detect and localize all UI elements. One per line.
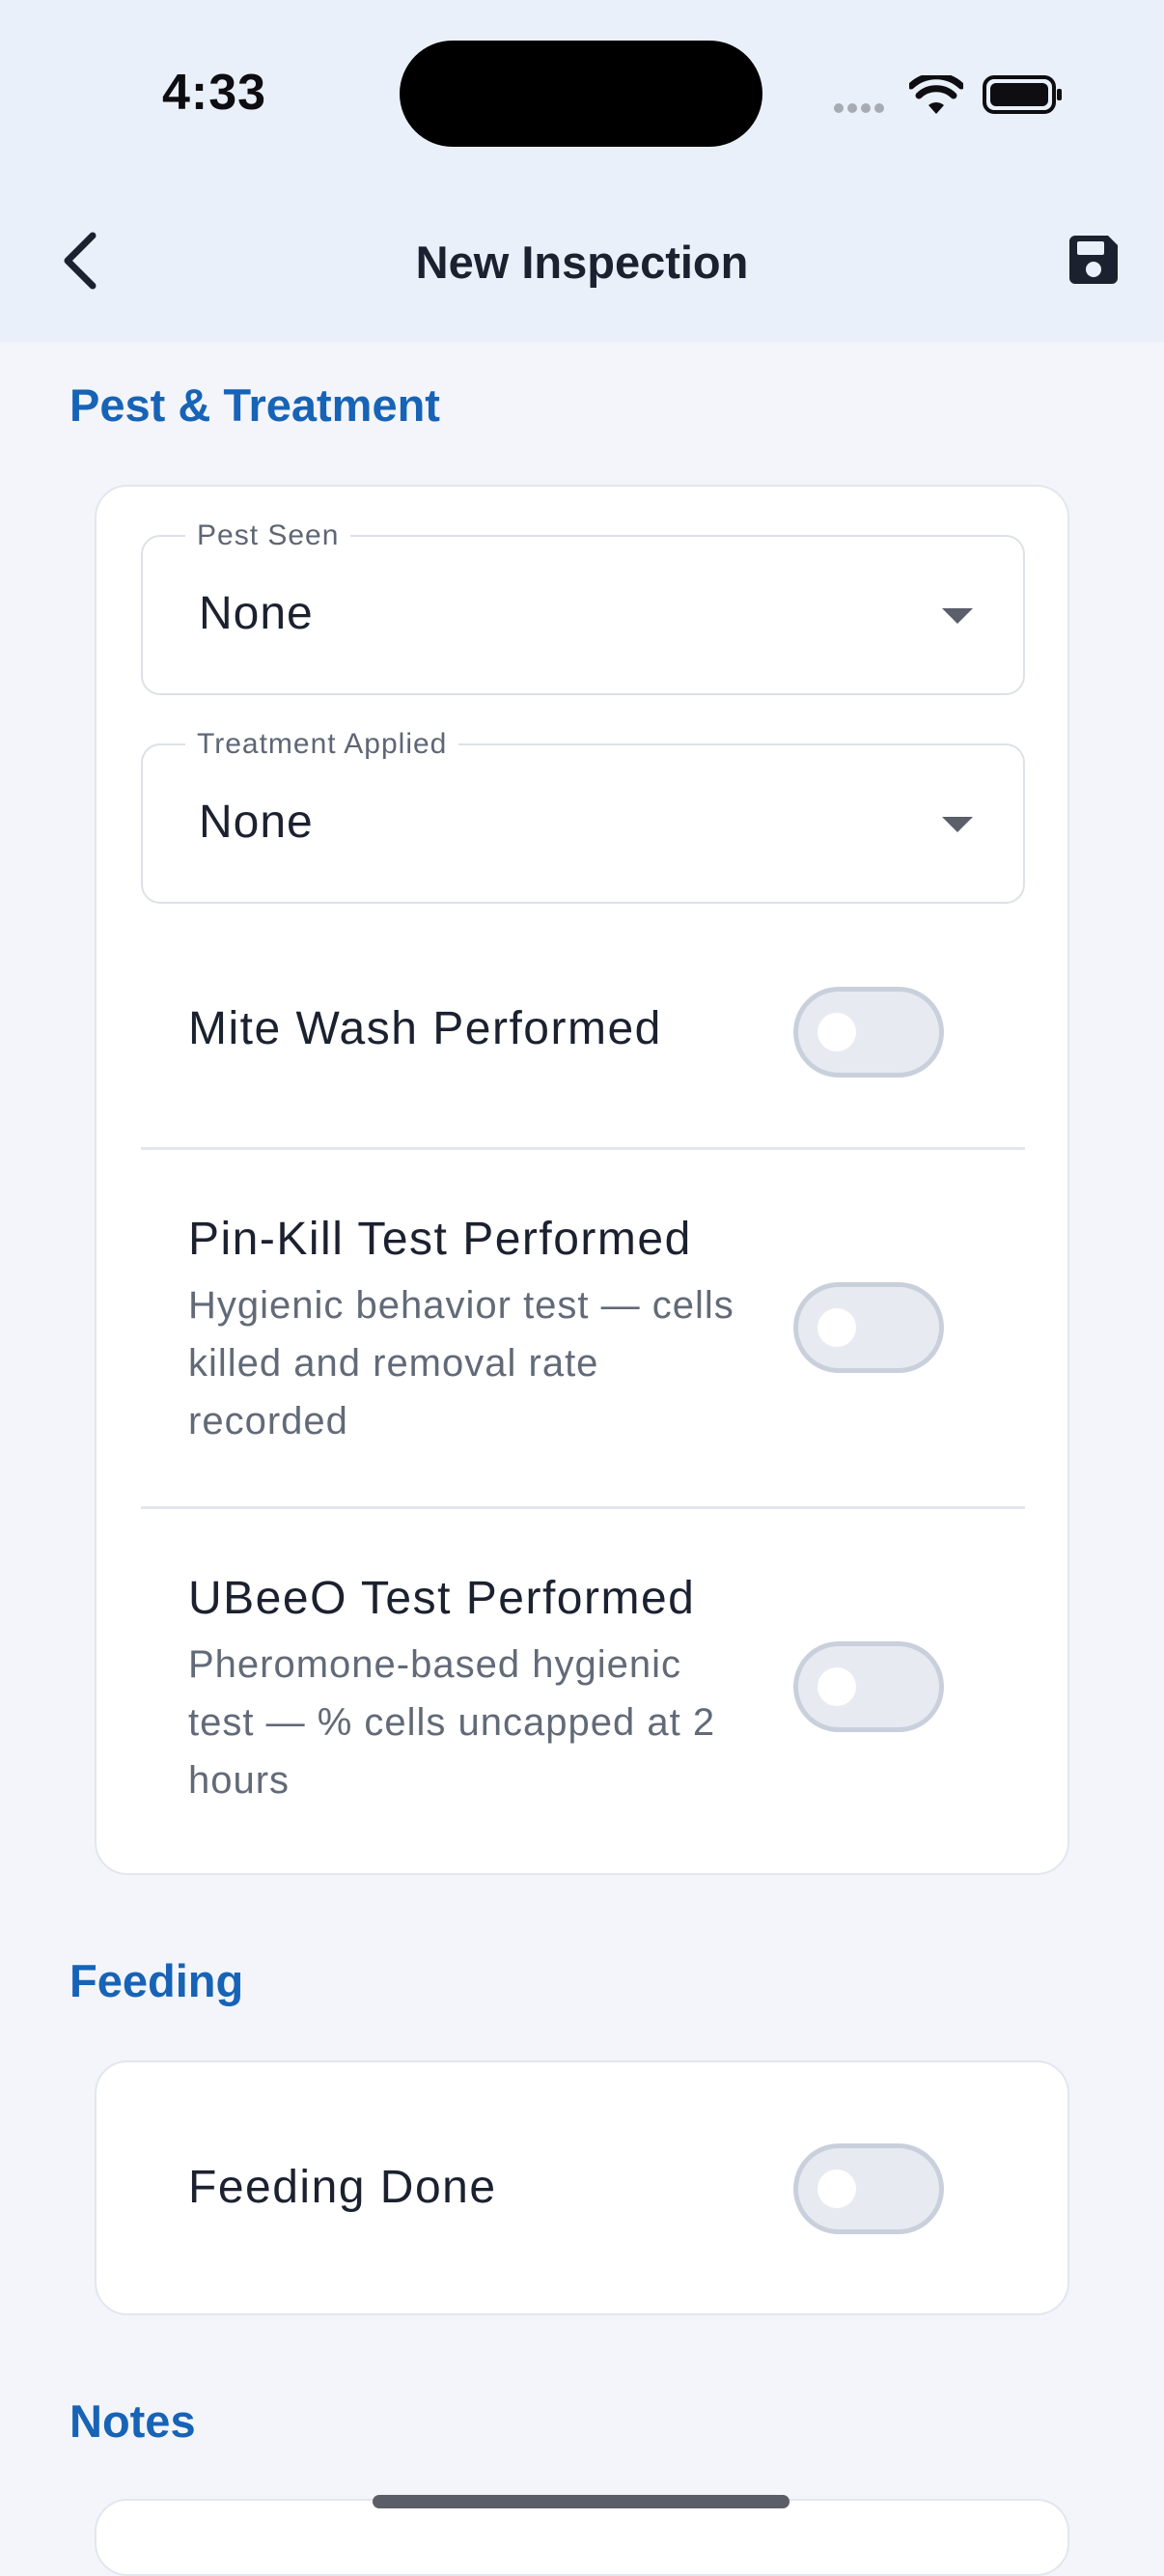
treatment-applied-select[interactable]: Treatment Applied None: [141, 728, 1025, 904]
divider: [141, 1147, 1025, 1150]
pin-kill-subtitle: Hygienic behavior test — cells killed an…: [188, 1284, 734, 1442]
mite-wash-toggle[interactable]: [793, 987, 944, 1078]
pin-kill-title: Pin-Kill Test Performed: [188, 1214, 692, 1265]
top-bar: 4:33 New Inspection: [0, 0, 1164, 342]
cellular-signal-icon: [834, 100, 888, 118]
ubeeo-toggle[interactable]: [793, 1641, 944, 1732]
feeding-done-toggle[interactable]: [793, 2143, 944, 2234]
feeding-done-title: Feeding Done: [188, 2162, 497, 2213]
treatment-applied-label: Treatment Applied: [185, 728, 459, 761]
section-heading-feeding: Feeding: [69, 1955, 244, 2006]
pest-seen-label: Pest Seen: [185, 519, 351, 552]
page-title: New Inspection: [415, 237, 749, 288]
home-indicator: [373, 2495, 790, 2508]
dropdown-arrow-icon: [942, 817, 973, 832]
pest-seen-value: None: [199, 588, 314, 639]
notes-card: [95, 2499, 1069, 2576]
ubeeo-subtitle: Pheromone-based hygienic test — % cells …: [188, 1643, 716, 1802]
feeding-card: Feeding Done: [95, 2060, 1069, 2315]
divider: [141, 1506, 1025, 1509]
pest-seen-select[interactable]: Pest Seen None: [141, 519, 1025, 695]
mite-wash-title: Mite Wash Performed: [188, 1003, 662, 1054]
dropdown-arrow-icon: [942, 608, 973, 624]
battery-icon: [983, 75, 1062, 114]
dynamic-island: [400, 41, 762, 147]
pin-kill-toggle[interactable]: [793, 1282, 944, 1373]
treatment-applied-value: None: [199, 797, 314, 848]
ubeeo-title: UBeeO Test Performed: [188, 1573, 696, 1624]
pest-treatment-card: Pest Seen None Treatment Applied None Mi…: [95, 485, 1069, 1875]
section-heading-pest: Pest & Treatment: [69, 379, 440, 431]
status-time: 4:33: [162, 65, 267, 121]
save-icon[interactable]: [1066, 232, 1122, 288]
section-heading-notes: Notes: [69, 2395, 196, 2447]
wifi-icon: [909, 75, 963, 114]
